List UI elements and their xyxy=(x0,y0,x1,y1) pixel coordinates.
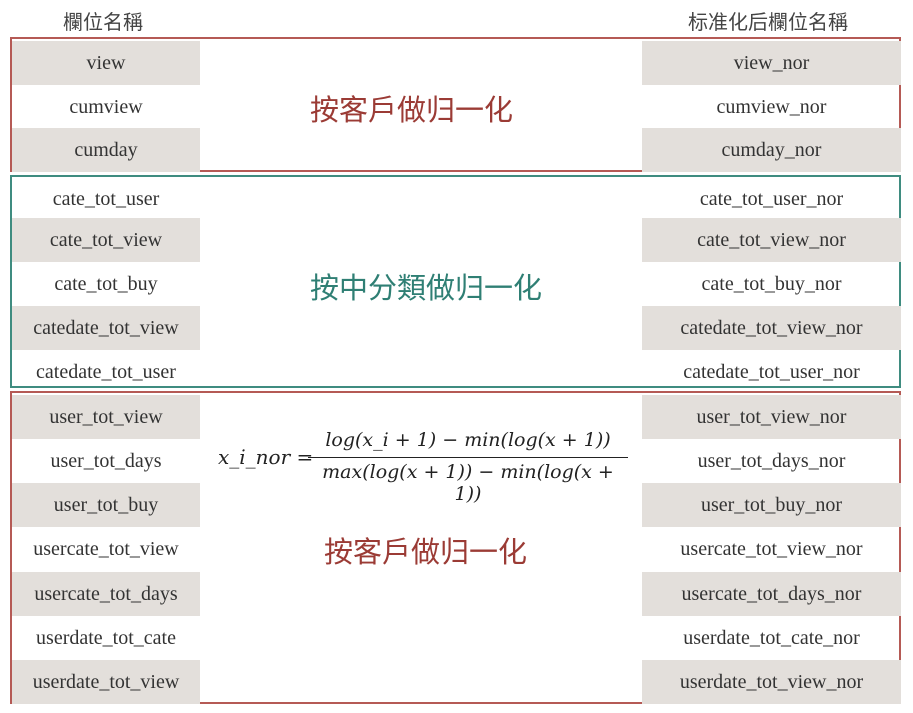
normalization-formula: x_i_nor = log(x_i + 1) − min(log(x + 1))… xyxy=(218,429,638,505)
normalized-field-name: cate_tot_user_nor xyxy=(699,188,844,210)
normalized-field-name: user_tot_buy_nor xyxy=(642,483,901,527)
normalized-field-name: view_nor xyxy=(642,41,901,85)
group-category-normalization: cate_tot_user cate_tot_user_nor cate_tot… xyxy=(10,175,901,388)
formula-numerator: log(x_i + 1) − min(log(x + 1)) xyxy=(325,429,611,451)
normalized-field-name: cumday_nor xyxy=(642,128,901,172)
normalized-field-name: usercate_tot_days_nor xyxy=(642,572,901,616)
normalized-field-name: catedate_tot_view_nor xyxy=(642,306,901,350)
normalized-field-name: userdate_tot_cate_nor xyxy=(683,627,860,649)
field-name: cate_tot_buy xyxy=(54,273,158,295)
group-label: 按客戶做归一化 xyxy=(324,535,528,569)
field-name: user_tot_days xyxy=(50,450,162,472)
field-name: cate_tot_user xyxy=(52,188,160,210)
fraction-bar xyxy=(308,457,628,458)
formula-denominator: max(log(x + 1)) − min(log(x + 1)) xyxy=(322,461,614,505)
normalized-field-name: cumview_nor xyxy=(716,96,827,118)
normalized-field-name: usercate_tot_view_nor xyxy=(680,538,863,560)
normalized-field-name: catedate_tot_user_nor xyxy=(683,361,860,383)
normalized-field-name: userdate_tot_view_nor xyxy=(642,660,901,704)
field-name: view xyxy=(12,41,200,85)
formula-lhs: x_i_nor = xyxy=(218,445,314,469)
group-label: 按中分類做归一化 xyxy=(310,271,543,305)
left-column-header: 欄位名稱 xyxy=(63,10,143,34)
field-name: userdate_tot_cate xyxy=(36,627,176,649)
normalized-field-name: user_tot_days_nor xyxy=(697,450,846,472)
right-column-header: 标准化后欄位名稱 xyxy=(688,10,848,34)
field-name: cate_tot_view xyxy=(12,218,200,262)
field-name: user_tot_buy xyxy=(12,483,200,527)
field-name: catedate_tot_user xyxy=(36,361,176,383)
group-label: 按客戶做归一化 xyxy=(310,93,514,127)
group-customer-normalization-2: user_tot_view user_tot_view_nor user_tot… xyxy=(10,391,901,704)
field-name: userdate_tot_view xyxy=(12,660,200,704)
normalized-field-name: cate_tot_view_nor xyxy=(642,218,901,262)
field-name: usercate_tot_view xyxy=(33,538,179,560)
field-name: user_tot_view xyxy=(12,395,200,439)
field-name: catedate_tot_view xyxy=(12,306,200,350)
normalized-field-name: cate_tot_buy_nor xyxy=(701,273,842,295)
field-name: cumview xyxy=(69,96,143,118)
group-customer-normalization-1: view view_nor cumview cumview_nor cumday… xyxy=(10,37,901,172)
field-name: usercate_tot_days xyxy=(12,572,200,616)
normalized-field-name: user_tot_view_nor xyxy=(642,395,901,439)
field-name: cumday xyxy=(12,128,200,172)
